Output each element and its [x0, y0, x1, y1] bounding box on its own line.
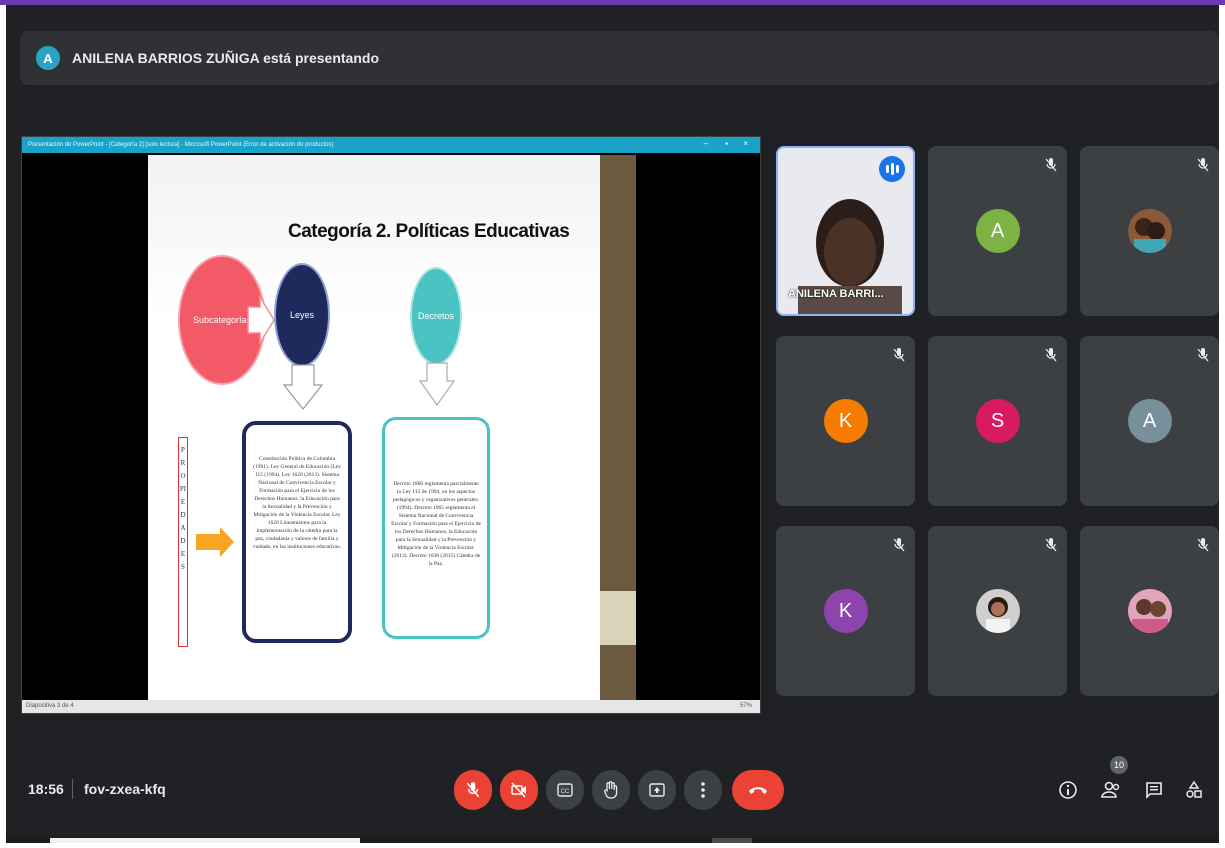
participant-tile[interactable]: K	[776, 336, 915, 506]
participant-tile-anilena[interactable]: ANILENA BARRI...	[776, 146, 915, 316]
participant-photo-avatar	[975, 589, 1020, 633]
activities-button[interactable]	[1182, 777, 1206, 803]
bottom-divider	[72, 779, 73, 799]
zoom-level: 57%	[739, 703, 752, 709]
present-now-button[interactable]	[638, 770, 676, 810]
info-icon	[1059, 781, 1077, 799]
taskbar-app[interactable]	[712, 838, 752, 843]
participant-tile[interactable]	[1080, 526, 1219, 696]
presenter-banner: A ANILENA BARRIOS ZUÑIGA está presentand…	[20, 31, 1219, 85]
os-taskbar	[6, 837, 1219, 843]
slide-counter: Diapositiva 3 de 4	[26, 703, 74, 709]
side-pane-thumbnail	[600, 591, 636, 645]
participant-tile[interactable]	[1080, 146, 1219, 316]
mic-off-icon	[893, 348, 905, 362]
slide-title: Categoría 2. Políticas Educativas	[288, 221, 570, 242]
close-icon: ×	[743, 139, 748, 148]
participant-tile[interactable]	[928, 526, 1067, 696]
participant-photo-avatar	[1127, 589, 1172, 633]
arrow-down-leyes	[282, 364, 324, 410]
presentation-slide: Categoría 2. Políticas Educativas Subcat…	[148, 155, 600, 701]
activities-icon	[1186, 780, 1202, 798]
leyes-circle: Leyes	[274, 263, 330, 367]
participant-avatar: A	[975, 209, 1020, 253]
shared-window-statusbar: Diapositiva 3 de 4 57%	[22, 700, 760, 713]
present-icon	[649, 783, 665, 797]
mic-off-icon	[1197, 538, 1209, 552]
participant-tile[interactable]: S	[928, 336, 1067, 506]
participant-avatar: K	[823, 589, 868, 633]
meeting-clock: 18:56	[28, 781, 64, 797]
powerpoint-side-pane	[600, 155, 636, 701]
participant-count-badge: 10	[1110, 756, 1128, 774]
participant-photo-avatar	[1127, 209, 1172, 253]
camera-off-icon	[511, 782, 526, 798]
decretos-textbox: Decreto 1860 reglamenta parcialmente la …	[382, 417, 490, 639]
participant-tile[interactable]: A	[1080, 336, 1219, 506]
chat-icon	[1146, 782, 1162, 799]
mic-off-icon	[1045, 348, 1057, 362]
maximize-icon: ▪	[725, 139, 728, 148]
properties-vertical-label: PROPIEDADES	[178, 437, 188, 647]
participant-avatar: S	[975, 399, 1020, 443]
presenter-avatar: A	[36, 46, 60, 70]
shared-screen: Presentación de PowerPoint - [Categoría …	[21, 136, 761, 714]
leyes-textbox: Constitución Política de Colombia (1991)…	[242, 421, 352, 643]
speaking-indicator-icon	[879, 156, 905, 182]
leyes-label: Leyes	[289, 310, 315, 320]
participant-tile[interactable]: K	[776, 526, 915, 696]
taskbar-search[interactable]	[50, 838, 360, 843]
meeting-code: fov-zxea-kfq	[84, 781, 166, 797]
microphone-toggle-button[interactable]	[454, 770, 492, 810]
subcategories-label: Subcategorías	[192, 315, 252, 325]
raise-hand-icon	[604, 781, 618, 799]
end-call-icon	[749, 787, 767, 794]
raise-hand-button[interactable]	[592, 770, 630, 810]
svg-text:CC: CC	[561, 789, 570, 795]
participant-avatar: K	[823, 399, 868, 443]
more-options-icon	[701, 782, 705, 798]
participant-name: ANILENA BARRI...	[788, 288, 884, 300]
mic-off-icon	[1045, 538, 1057, 552]
mic-off-icon	[893, 538, 905, 552]
captions-icon: CC	[557, 783, 573, 797]
decretos-circle: Decretos	[410, 267, 462, 365]
shared-window-titlebar: Presentación de PowerPoint - [Categoría …	[22, 137, 760, 153]
arrow-right-shape	[247, 295, 275, 345]
people-icon	[1101, 781, 1120, 798]
participant-avatar: A	[1127, 399, 1172, 443]
minimize-icon: –	[703, 139, 708, 148]
decretos-label: Decretos	[417, 311, 454, 321]
participant-tile[interactable]: A	[928, 146, 1067, 316]
orange-arrow-shape	[196, 527, 234, 557]
arrow-down-decretos	[418, 362, 456, 407]
chat-button[interactable]	[1142, 777, 1166, 803]
camera-toggle-button[interactable]	[500, 770, 538, 810]
shared-window-title: Presentación de PowerPoint - [Categoría …	[28, 142, 334, 148]
mic-off-icon	[1197, 348, 1209, 362]
meet-stage: A ANILENA BARRIOS ZUÑIGA está presentand…	[6, 5, 1219, 843]
captions-button[interactable]: CC	[546, 770, 584, 810]
people-button[interactable]	[1099, 777, 1123, 803]
more-options-button[interactable]	[684, 770, 722, 810]
leave-call-button[interactable]	[732, 770, 784, 810]
mic-off-icon	[1045, 158, 1057, 172]
mic-off-icon	[1197, 158, 1209, 172]
meeting-details-button[interactable]	[1056, 777, 1080, 803]
presenter-banner-text: ANILENA BARRIOS ZUÑIGA está presentando	[72, 50, 379, 66]
mic-off-icon	[466, 782, 480, 798]
